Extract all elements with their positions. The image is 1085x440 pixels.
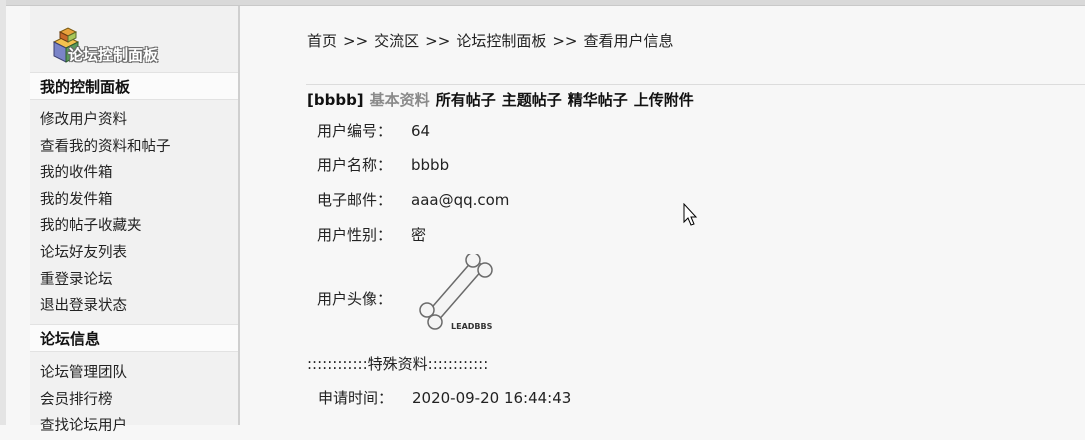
breadcrumb-control-panel[interactable]: 论坛控制面板	[456, 32, 546, 50]
field-label: 申请时间：	[318, 389, 394, 407]
logo-text: 论坛控制面板	[68, 46, 159, 64]
field-avatar: 用户头像：	[317, 288, 411, 309]
my-panel-menu: 修改用户资料 查看我的资料和帖子 我的收件箱 我的发件箱 我的帖子收藏夹 论坛好…	[40, 107, 171, 320]
breadcrumb-current: 查看用户信息	[583, 32, 674, 50]
field-value: 2020-09-20 16:44:43	[412, 389, 572, 407]
menu-item-outbox[interactable]: 我的发件箱	[40, 187, 171, 214]
field-value: 64	[411, 122, 431, 140]
breadcrumb-separator: >>	[425, 32, 451, 50]
field-label: 用户性别：	[317, 226, 393, 244]
forum-info-menu: 论坛管理团队 会员排行榜 查找论坛用户	[40, 360, 127, 440]
field-value: 密	[411, 226, 427, 244]
avatar-caption: LEADBBS	[451, 322, 493, 331]
tab-attachments[interactable]: 上传附件	[634, 91, 694, 109]
field-user-id: 用户编号： 64	[317, 120, 430, 141]
menu-item-find-users[interactable]: 查找论坛用户	[40, 413, 127, 440]
field-apply-time: 申请时间： 2020-09-20 16:44:43	[318, 387, 571, 408]
tab-topic-posts[interactable]: 主题帖子	[502, 91, 562, 109]
field-label: 用户编号：	[317, 122, 393, 140]
tab-all-posts[interactable]: 所有帖子	[436, 91, 496, 109]
field-label: 用户头像：	[317, 290, 393, 308]
breadcrumb-home[interactable]: 首页	[307, 32, 337, 50]
breadcrumb-separator: >>	[552, 32, 578, 50]
special-info-heading: ::::::::::::特殊资料::::::::::::	[307, 355, 489, 373]
field-label: 用户名称：	[317, 156, 393, 174]
breadcrumb-exchange[interactable]: 交流区	[374, 32, 419, 50]
username-tag: [bbbb]	[307, 91, 364, 109]
menu-item-inbox[interactable]: 我的收件箱	[40, 160, 171, 187]
section-divider	[306, 84, 1085, 85]
menu-item-logout[interactable]: 退出登录状态	[40, 293, 171, 320]
forum-logo[interactable]: 论坛控制面板	[46, 20, 176, 68]
field-gender: 用户性别： 密	[317, 224, 426, 245]
tab-basic-info[interactable]: 基本资料	[370, 91, 430, 109]
section-header-forum-info: 论坛信息	[30, 324, 238, 352]
field-value: bbbb	[411, 156, 450, 174]
menu-item-edit-profile[interactable]: 修改用户资料	[40, 107, 171, 134]
left-gutter	[0, 0, 6, 425]
breadcrumb: 首页 >> 交流区 >> 论坛控制面板 >> 查看用户信息	[307, 30, 673, 51]
field-username: 用户名称： bbbb	[317, 154, 449, 175]
field-email: 电子邮件： aaa@qq.com	[317, 189, 509, 210]
sidebar: 论坛控制面板 我的控制面板 修改用户资料 查看我的资料和帖子 我的收件箱 我的发…	[30, 6, 240, 434]
menu-item-relogin[interactable]: 重登录论坛	[40, 267, 171, 294]
menu-item-view-my-posts[interactable]: 查看我的资料和帖子	[40, 134, 171, 161]
menu-item-friends[interactable]: 论坛好友列表	[40, 240, 171, 267]
main-content: 首页 >> 交流区 >> 论坛控制面板 >> 查看用户信息 [bbbb] 基本资料 所有帖子 主题…	[240, 0, 1085, 425]
tab-elite-posts[interactable]: 精华帖子	[568, 91, 628, 109]
avatar-bone-image: LEADBBS	[419, 254, 493, 331]
section-header-my-panel: 我的控制面板	[30, 72, 238, 100]
field-value: aaa@qq.com	[411, 191, 510, 209]
mouse-cursor-icon	[683, 203, 698, 226]
menu-item-admin-team[interactable]: 论坛管理团队	[40, 360, 127, 387]
menu-item-ranking[interactable]: 会员排行榜	[40, 387, 127, 414]
breadcrumb-separator: >>	[343, 32, 369, 50]
field-label: 电子邮件：	[317, 191, 393, 209]
menu-item-favorites[interactable]: 我的帖子收藏夹	[40, 213, 171, 240]
profile-tabs: [bbbb] 基本资料 所有帖子 主题帖子 精华帖子 上传附件	[307, 89, 700, 110]
